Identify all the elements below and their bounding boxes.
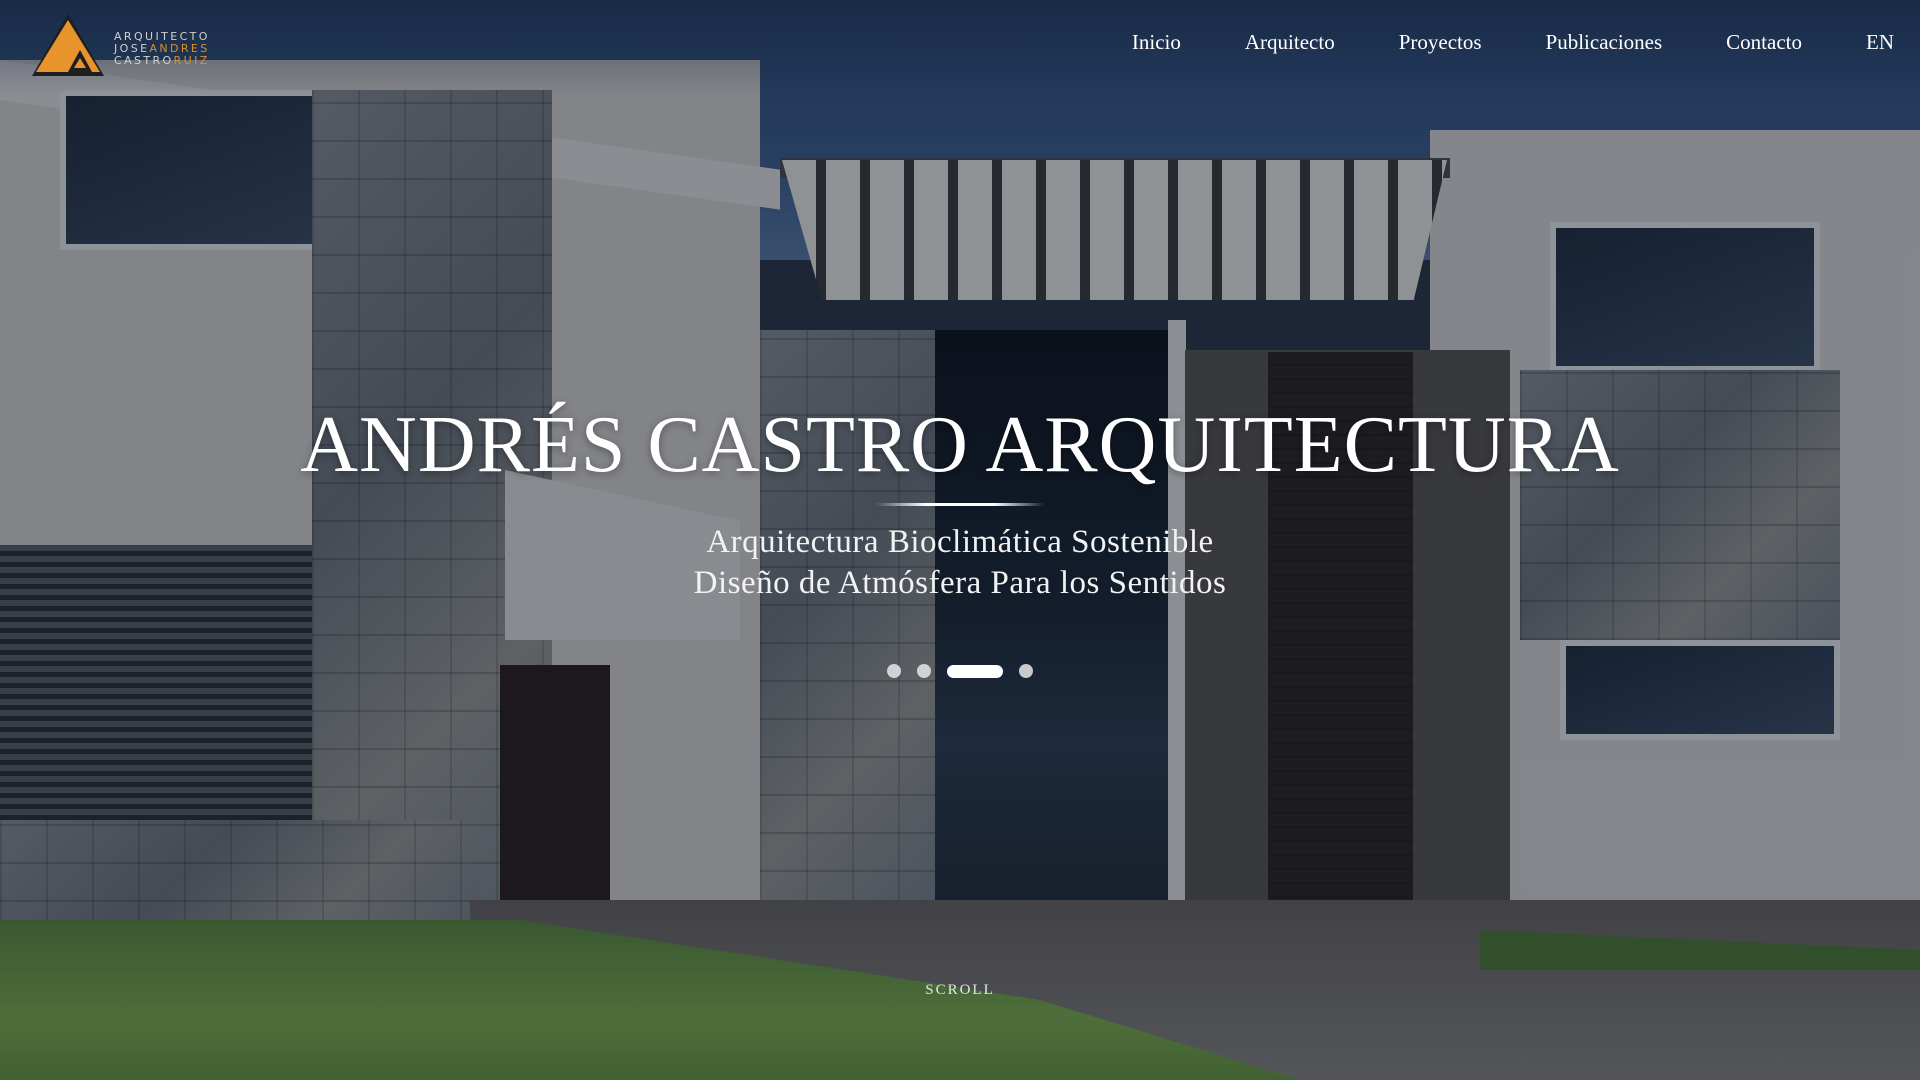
nav-contacto[interactable]: Contacto	[1726, 30, 1802, 55]
slider-dot-1[interactable]	[887, 664, 901, 678]
hero-content: ANDRÉS CASTRO ARQUITECTURA Arquitectura …	[0, 400, 1920, 604]
slider-dot-4[interactable]	[1019, 664, 1033, 678]
logo-surname-first: CASTRO	[114, 53, 174, 67]
triangle-logo-icon	[28, 12, 108, 78]
hero-subtitle-line-2: Diseño de Atmósfera Para los Sentidos	[693, 565, 1227, 601]
logo-line-1: ARQUITECTO	[114, 29, 210, 43]
language-switch[interactable]: EN	[1866, 30, 1894, 55]
title-divider	[875, 503, 1045, 506]
hero-title: ANDRÉS CASTRO ARQUITECTURA	[300, 401, 1620, 489]
scroll-indicator[interactable]: SCROLL	[0, 982, 1920, 999]
logo-wordmark: ARQUITECTO JOSEANDRES CASTRORUIZ	[114, 31, 210, 66]
nav-publicaciones[interactable]: Publicaciones	[1546, 30, 1663, 55]
logo-surname-second: RUIZ	[173, 53, 210, 67]
nav-arquitecto[interactable]: Arquitecto	[1245, 30, 1335, 55]
logo-line-2: JOSEANDRES	[114, 43, 210, 54]
logo-line-3: CASTRORUIZ	[114, 55, 210, 66]
site-header: ARQUITECTO JOSEANDRES CASTRORUIZ Inicio …	[0, 0, 1920, 92]
hero-subtitle-line-1: Arquitectura Bioclimática Sostenible	[706, 524, 1214, 560]
slider-pagination	[0, 664, 1920, 678]
main-nav: Inicio Arquitecto Proyectos Publicacione…	[1068, 30, 1894, 55]
slider-dot-2[interactable]	[917, 664, 931, 678]
slider-dot-3[interactable]	[947, 664, 1003, 678]
nav-inicio[interactable]: Inicio	[1132, 30, 1181, 55]
nav-proyectos[interactable]: Proyectos	[1399, 30, 1482, 55]
site-logo[interactable]: ARQUITECTO JOSEANDRES CASTRORUIZ	[28, 12, 210, 78]
